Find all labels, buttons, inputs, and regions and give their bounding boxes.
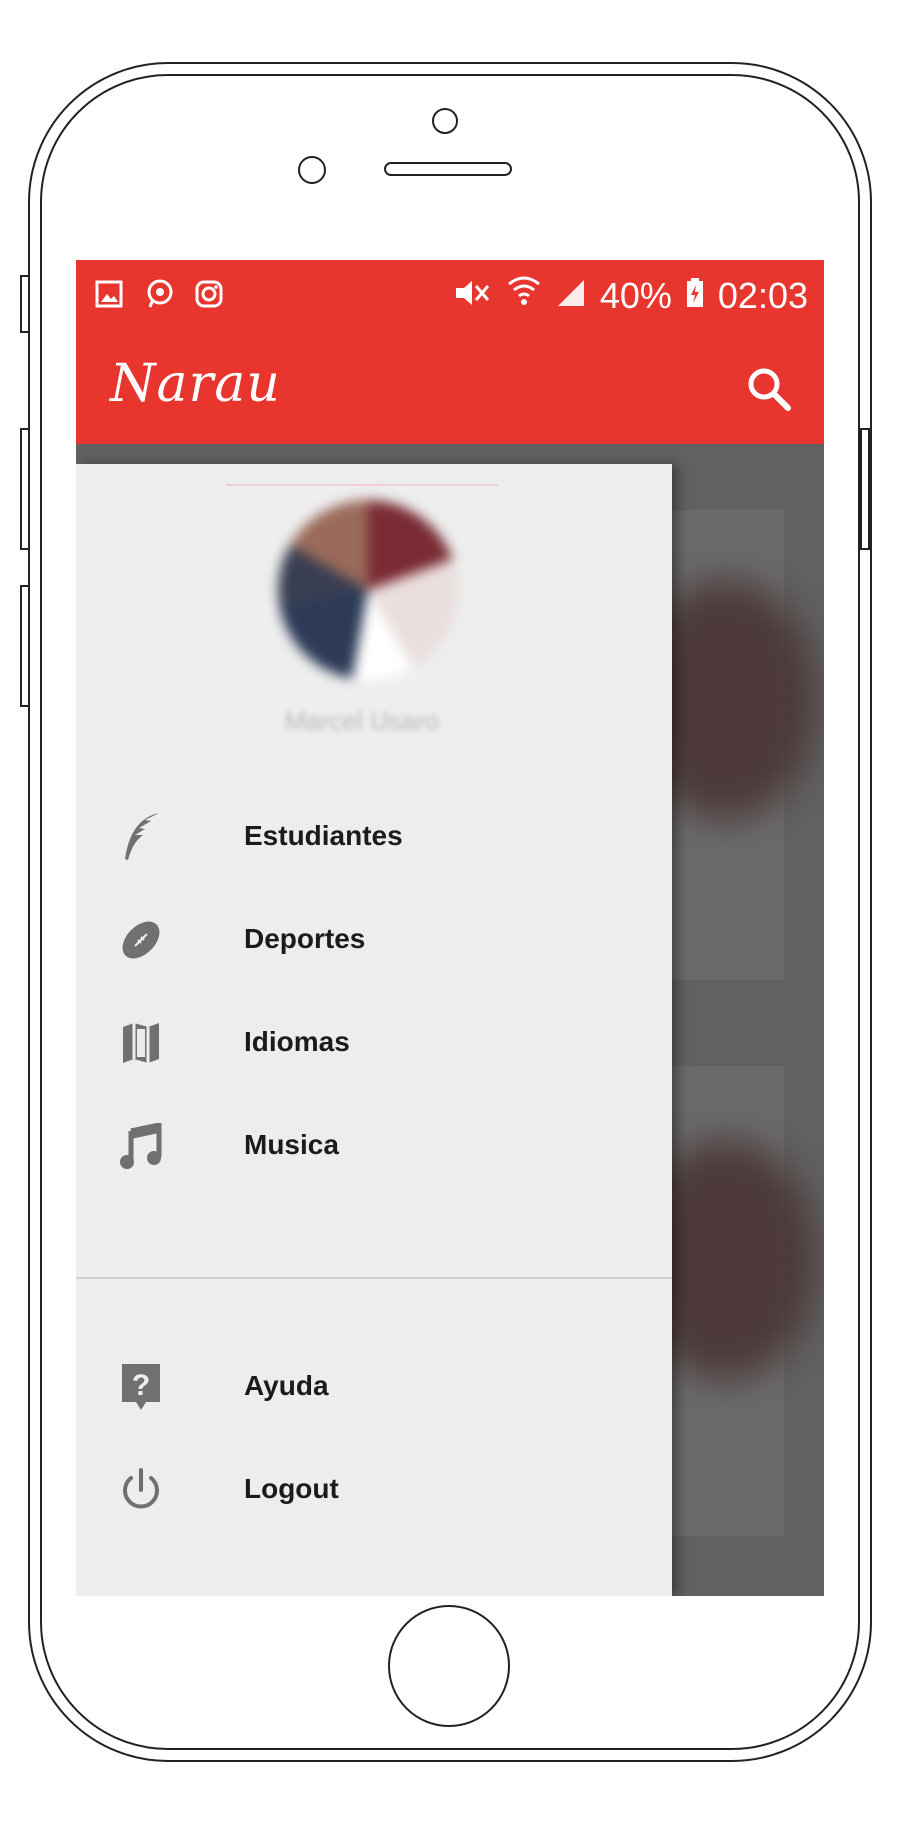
menu-item-ayuda[interactable]: ? Ayuda: [76, 1332, 672, 1442]
menu-label-musica: Musica: [244, 1129, 339, 1160]
side-button-right: [860, 428, 870, 550]
menu-divider: [76, 1277, 672, 1279]
menu-item-idiomas[interactable]: Idiomas: [76, 988, 672, 1098]
search-button[interactable]: [744, 364, 794, 414]
side-button-left-low: [20, 585, 30, 707]
wifi-icon: [506, 274, 542, 317]
front-camera: [432, 108, 458, 134]
battery-charging-icon: [686, 275, 704, 317]
menu-label-logout: Logout: [244, 1473, 339, 1504]
help-icon: ?: [116, 1362, 166, 1412]
clock: 02:03: [717, 274, 808, 316]
navigation-drawer: Marcel Usaro Estudiantes Deportes Idioma…: [76, 464, 672, 1596]
search-icon: [744, 368, 794, 418]
signal-icon: [556, 275, 586, 317]
menu-label-estudiantes: Estudiantes: [244, 820, 403, 851]
chat-icon: [144, 278, 174, 310]
side-button-left-mid: [20, 428, 30, 550]
profile-name: Marcel Usaro: [284, 706, 440, 736]
app-logo[interactable]: Narau: [110, 354, 281, 414]
menu-item-logout[interactable]: Logout: [76, 1435, 672, 1545]
screen: 40% 02:03 Narau Marcel Usaro Estudiantes: [76, 260, 824, 1596]
map-icon: [116, 1018, 166, 1068]
menu-item-deportes[interactable]: Deportes: [76, 885, 672, 995]
svg-text:?: ?: [132, 1369, 150, 1402]
battery-percent: 40%: [599, 274, 672, 316]
music-note-icon: [116, 1121, 166, 1171]
mute-icon: [452, 275, 492, 317]
app-bar: Narau: [76, 334, 824, 444]
menu-label-ayuda: Ayuda: [244, 1370, 329, 1401]
menu-label-deportes: Deportes: [244, 923, 366, 954]
speaker-grille: [384, 162, 512, 176]
avatar[interactable]: [278, 500, 458, 680]
menu-label-idiomas: Idiomas: [244, 1026, 350, 1057]
status-bar: 40% 02:03: [76, 260, 824, 334]
home-button[interactable]: [388, 1605, 510, 1727]
instagram-icon: [194, 278, 224, 310]
profile-header[interactable]: Marcel Usaro: [226, 484, 498, 754]
menu-item-musica[interactable]: Musica: [76, 1091, 672, 1201]
menu-item-estudiantes[interactable]: Estudiantes: [76, 782, 672, 892]
feather-icon: [116, 812, 166, 862]
side-button-left-top: [20, 275, 30, 333]
football-icon: [116, 915, 166, 965]
power-icon: [116, 1465, 166, 1515]
image-icon: [94, 278, 124, 310]
sensor: [298, 156, 326, 184]
